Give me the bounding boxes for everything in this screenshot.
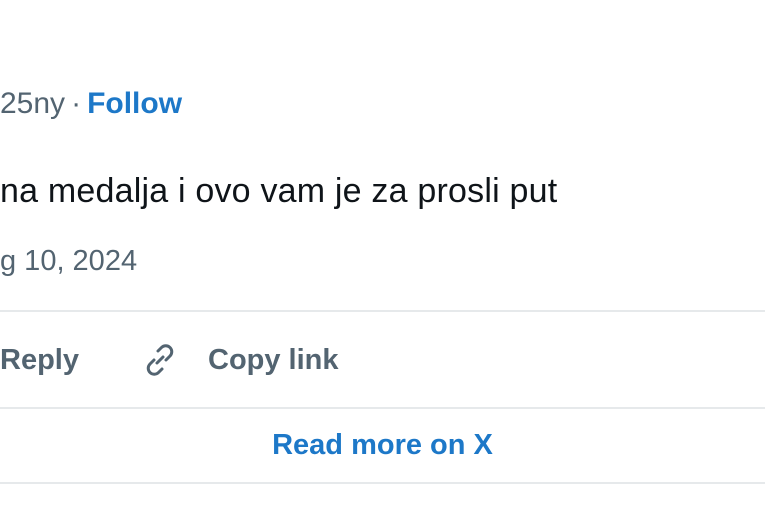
tweet-text: na medalja i ovo vam je za prosli put [0,172,558,210]
read-more-link[interactable]: Read more on X [0,420,765,470]
copy-link-button[interactable]: Copy link [140,338,339,382]
author-row: 25ny · Follow [0,82,182,126]
separator-dot: · [71,87,82,120]
divider [0,310,765,312]
link-icon [140,340,180,380]
reply-button[interactable]: Reply [0,338,79,382]
divider [0,482,765,484]
follow-button[interactable]: Follow [87,87,182,121]
divider [0,407,765,409]
reply-label: Reply [0,343,79,376]
read-more-label: Read more on X [272,428,493,461]
author-handle[interactable]: 25ny [0,87,65,121]
tweet-embed: 25ny · Follow na medalja i ovo vam je za… [0,0,765,510]
tweet-date[interactable]: g 10, 2024 [0,245,137,278]
copy-link-label: Copy link [208,343,339,376]
